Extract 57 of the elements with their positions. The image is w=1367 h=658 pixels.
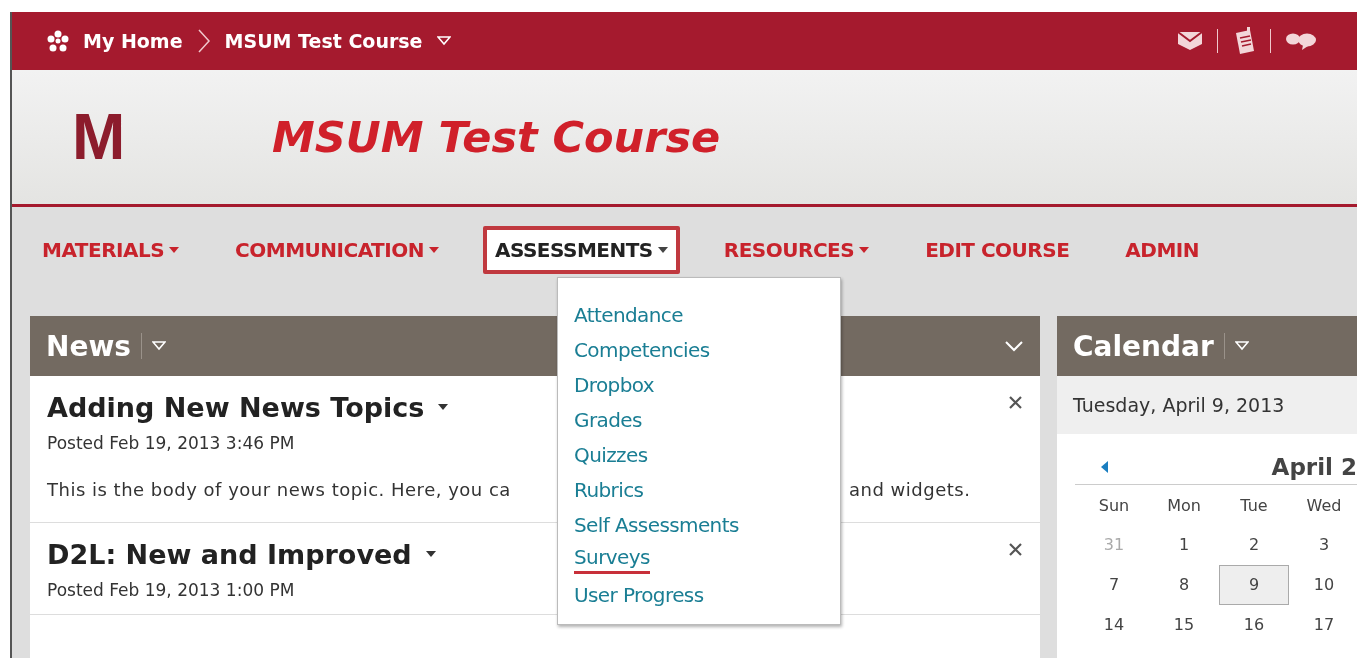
logo: M [72, 100, 121, 174]
current-date: Tuesday, April 9, 2013 [1057, 376, 1357, 434]
menu-item[interactable]: Self Assessments [574, 508, 739, 543]
calendar-day[interactable]: 3 [1289, 525, 1357, 565]
nav-menu-item[interactable]: RESOURCES [711, 226, 882, 274]
caret-icon [425, 551, 436, 558]
widget-title: News [46, 329, 131, 363]
calendar-day[interactable]: 2 [1219, 525, 1289, 565]
news-body-text: This is the body of your news topic. Here, you ca [47, 479, 512, 500]
calendar-day[interactable]: 7 [1079, 565, 1149, 605]
close-icon[interactable] [1009, 396, 1022, 409]
flower-icon[interactable] [47, 30, 69, 52]
course-link[interactable]: MSUM Test Course [224, 30, 423, 52]
breadcrumb-chevron-icon [196, 28, 211, 54]
menu-item[interactable]: Rubrics [574, 473, 644, 508]
nav-menu-item[interactable]: ASSESSMENTS [482, 226, 680, 274]
weekday-label: Sun [1098, 495, 1130, 515]
news-topic-title[interactable]: Adding New News Topics [47, 392, 425, 423]
menu-item[interactable]: Grades [574, 403, 642, 438]
course-title: MSUM Test Course [272, 112, 721, 162]
weekday-label: Mon [1167, 495, 1201, 515]
calendar-day[interactable]: 14 [1079, 605, 1149, 645]
news-body-text: and widgets. [849, 479, 972, 500]
calendar-day[interactable]: 16 [1219, 605, 1289, 645]
menu-item[interactable]: Dropbox [574, 368, 655, 403]
mail-icon[interactable] [1177, 31, 1203, 51]
caret-icon[interactable] [436, 36, 451, 46]
home-link[interactable]: My Home [83, 30, 183, 52]
month-title: April 2 [1271, 454, 1357, 480]
calendar-day[interactable]: 1 [1149, 525, 1219, 565]
close-icon[interactable] [1009, 543, 1022, 556]
chat-icon[interactable] [1285, 32, 1317, 50]
nav-menu-item[interactable]: EDIT COURSE [913, 226, 1082, 274]
posted-date: Posted Feb 19, 2013 1:00 PM [47, 580, 295, 600]
calendar-day[interactable]: 9 [1219, 565, 1289, 605]
menu-item[interactable]: User Progress [574, 578, 704, 613]
caret-icon [438, 404, 449, 411]
calendar-day[interactable]: 8 [1149, 565, 1219, 605]
weekday-label: Tue [1240, 495, 1268, 515]
weekday-label: Wed [1306, 495, 1342, 515]
calendar-day[interactable]: 15 [1149, 605, 1219, 645]
calendar-day[interactable]: 10 [1289, 565, 1357, 605]
posted-date: Posted Feb 19, 2013 3:46 PM [47, 433, 295, 453]
nav-menu-item[interactable]: MATERIALS [30, 226, 192, 274]
caret-icon[interactable] [1234, 341, 1249, 351]
widget-title: Calendar [1073, 329, 1214, 363]
caret-icon[interactable] [151, 341, 166, 351]
calendar-day[interactable]: 17 [1289, 605, 1357, 645]
previous-month-icon[interactable] [1101, 461, 1108, 473]
menu-item[interactable]: Surveys [574, 543, 650, 574]
news-topic-title[interactable]: D2L: New and Improved [47, 539, 412, 570]
menu-item[interactable]: Quizzes [574, 438, 648, 473]
nav-menu-item[interactable]: ADMIN [1113, 226, 1211, 274]
menu-item[interactable]: Attendance [574, 298, 683, 333]
nav-menu-item[interactable]: COMMUNICATION [223, 226, 451, 274]
chevron-down-icon[interactable] [1004, 340, 1024, 352]
menu-item[interactable]: Competencies [574, 333, 710, 368]
